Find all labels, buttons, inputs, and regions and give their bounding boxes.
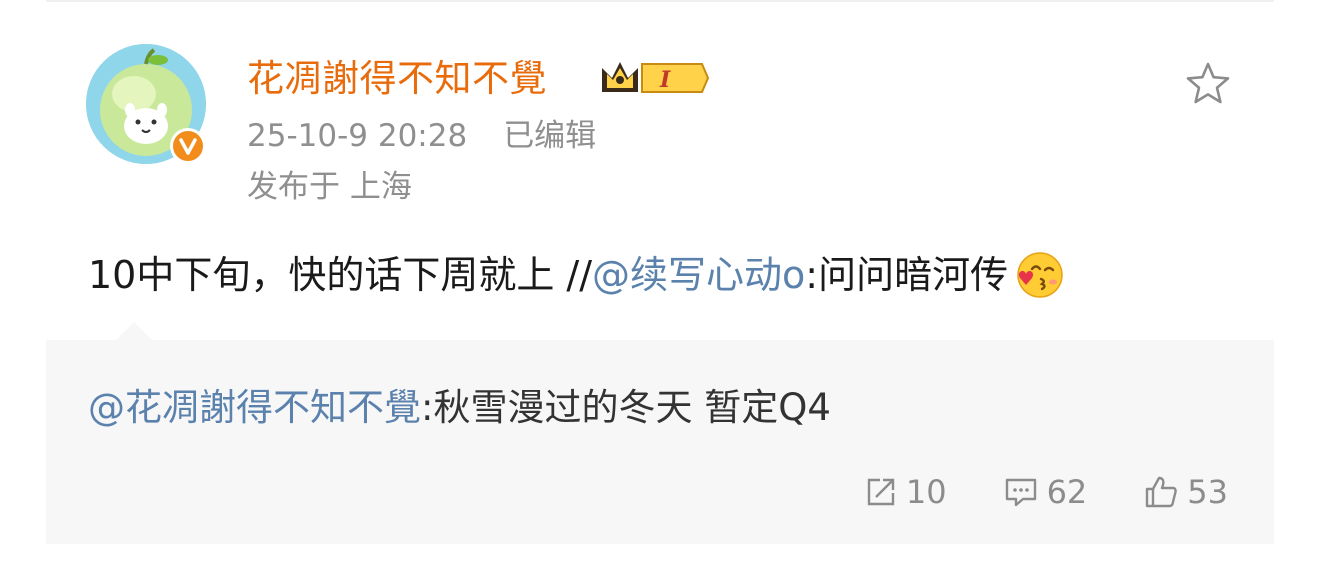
- repost-content: :秋雪漫过的冬天 暂定Q4: [421, 386, 831, 429]
- crown-icon: I: [602, 62, 710, 93]
- post-timestamp[interactable]: 25-10-9 20:28: [247, 118, 467, 154]
- share-count: 10: [905, 473, 947, 511]
- repost-card[interactable]: @花凋謝得不知不覺:秋雪漫过的冬天 暂定Q4 10 62 53: [46, 340, 1274, 544]
- like-count: 53: [1187, 473, 1228, 511]
- share-button[interactable]: 10: [864, 472, 947, 512]
- mention-link[interactable]: @续写心动o: [592, 253, 805, 297]
- vip-crown-badge[interactable]: I: [598, 58, 710, 98]
- post-text: 10中下旬，快的话下周就上 //: [88, 253, 593, 297]
- edited-label[interactable]: 已编辑: [503, 118, 596, 154]
- verified-badge-icon: [170, 128, 206, 164]
- username[interactable]: 花凋謝得不知不覺: [247, 55, 547, 103]
- post-meta: 25-10-9 20:28 已编辑: [247, 116, 596, 156]
- post-text-suffix: :问问暗河传: [805, 253, 1009, 297]
- like-button[interactable]: 53: [1143, 472, 1228, 512]
- vip-level-text: I: [659, 67, 671, 93]
- kissing-face-emoji-icon: [1010, 248, 1064, 302]
- favorite-star-button[interactable]: [1184, 60, 1232, 108]
- comment-button[interactable]: 62: [1003, 472, 1088, 512]
- post-body: 10中下旬，快的话下周就上 //@续写心动o:问问暗河传: [88, 248, 1064, 302]
- action-bar: 10 62 53: [808, 472, 1228, 512]
- comment-icon: [1005, 478, 1036, 507]
- comment-count: 62: [1046, 473, 1088, 511]
- repost-text: @花凋謝得不知不覺:秋雪漫过的冬天 暂定Q4: [88, 384, 831, 432]
- share-icon: [867, 478, 895, 506]
- post-location: 发布于 上海: [247, 169, 412, 205]
- repost-author-mention[interactable]: @花凋謝得不知不覺: [88, 386, 421, 429]
- star-icon: [1186, 62, 1230, 104]
- top-divider: [46, 0, 1274, 2]
- thumbs-up-icon: [1146, 476, 1178, 508]
- repost-pointer: [116, 322, 152, 340]
